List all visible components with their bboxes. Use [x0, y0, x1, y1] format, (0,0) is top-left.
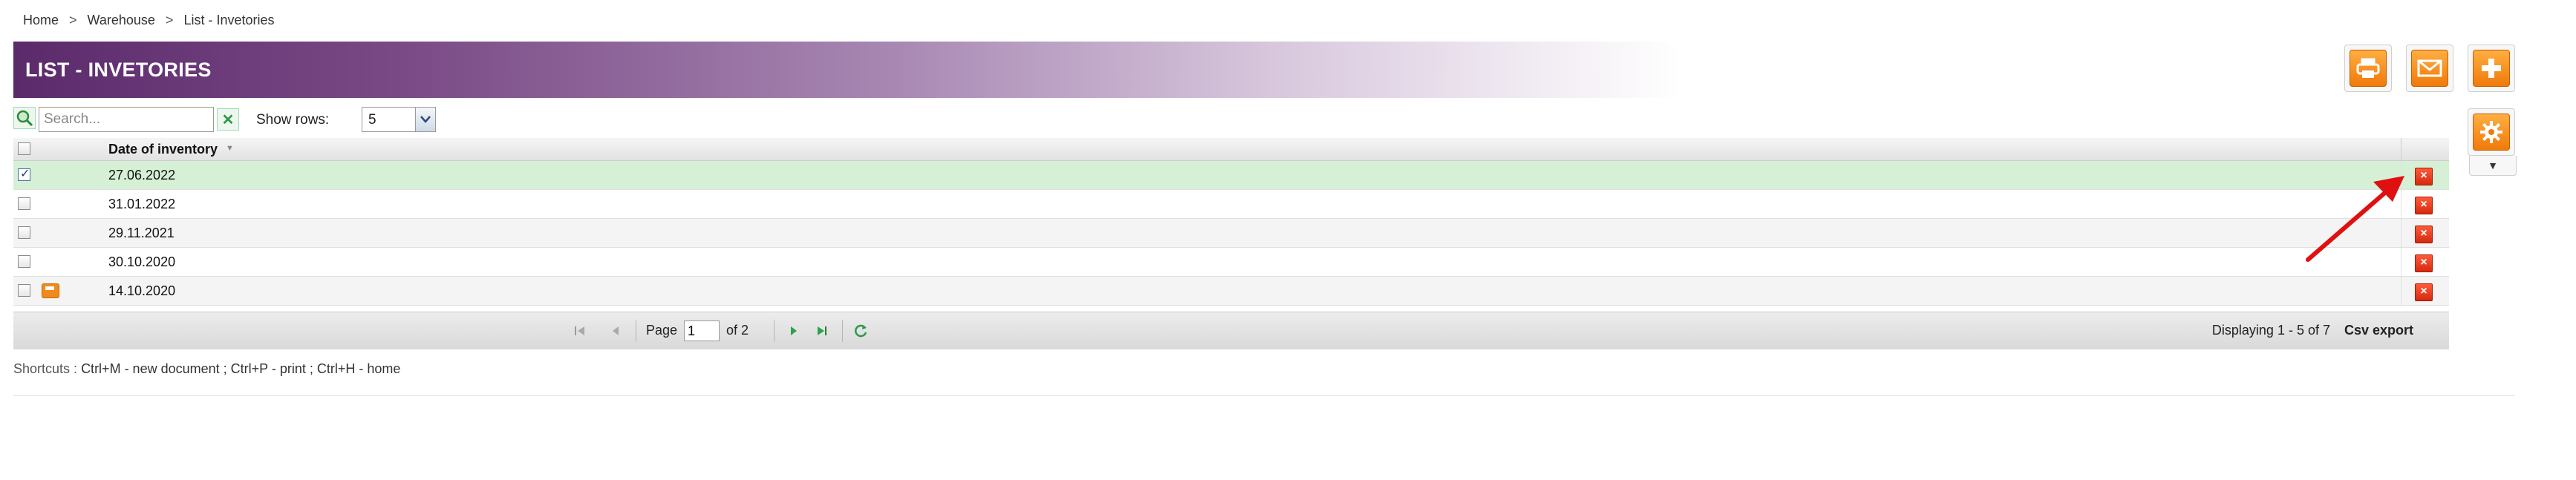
- settings-button[interactable]: [2468, 108, 2515, 156]
- csv-export-button[interactable]: Csv export: [2344, 323, 2413, 338]
- inventory-date: 30.10.2020: [108, 254, 176, 269]
- print-button[interactable]: [2344, 45, 2392, 92]
- page-title: LIST - INVETORIES: [25, 59, 212, 81]
- clear-search-icon[interactable]: ✕: [217, 108, 239, 131]
- shortcuts-footer: Shortcuts : Ctrl+M - new document ; Ctrl…: [13, 361, 400, 377]
- table-row[interactable]: 14.10.2020 ×: [13, 277, 2449, 306]
- previous-page-icon[interactable]: [607, 323, 624, 339]
- delete-icon[interactable]: ×: [2415, 197, 2433, 214]
- show-rows-value: 5: [368, 112, 376, 128]
- search-icon[interactable]: [13, 107, 36, 129]
- row-checkbox[interactable]: [18, 226, 30, 239]
- printed-status-icon: [42, 283, 59, 298]
- shortcuts-text: Ctrl+M - new document ; Ctrl+P - print ;…: [81, 361, 401, 376]
- inventory-date: 29.11.2021: [108, 226, 175, 240]
- select-all-checkbox[interactable]: [18, 142, 30, 155]
- delete-icon[interactable]: ×: [2415, 168, 2433, 185]
- show-rows-label: Show rows:: [256, 112, 330, 128]
- refresh-icon[interactable]: [852, 323, 869, 339]
- header-action-cell: [2401, 138, 2449, 160]
- table-row[interactable]: 29.11.2021 ×: [13, 219, 2449, 248]
- gear-icon: [2473, 114, 2510, 151]
- delete-icon[interactable]: ×: [2415, 283, 2433, 301]
- show-rows-select[interactable]: 5: [362, 107, 436, 132]
- breadcrumb-separator: >: [69, 13, 77, 27]
- next-page-icon[interactable]: [786, 323, 802, 339]
- search-input[interactable]: [39, 107, 214, 132]
- breadcrumb-separator: >: [165, 13, 174, 27]
- inventory-date: 31.01.2022: [108, 197, 176, 211]
- breadcrumb-warehouse[interactable]: Warehouse: [88, 13, 155, 28]
- delete-icon[interactable]: ×: [2415, 226, 2433, 243]
- last-page-icon[interactable]: [814, 323, 830, 339]
- chevron-down-icon[interactable]: [415, 108, 435, 131]
- chevron-down-icon: ▼: [2488, 160, 2498, 171]
- settings-dropdown-toggle[interactable]: ▼: [2469, 156, 2517, 176]
- table-row[interactable]: 30.10.2020 ×: [13, 248, 2449, 277]
- delete-icon[interactable]: ×: [2415, 254, 2433, 272]
- breadcrumb: Home > Warehouse > List - Invetories: [23, 13, 274, 28]
- first-page-icon[interactable]: [572, 323, 588, 339]
- page-header-bar: LIST - INVETORIES: [13, 42, 1974, 98]
- row-checkbox[interactable]: [18, 166, 30, 181]
- page-number-input[interactable]: [684, 320, 720, 341]
- printer-icon: [2350, 50, 2387, 87]
- shortcuts-label: Shortcuts :: [13, 361, 78, 376]
- table-row[interactable]: 31.01.2022 ×: [13, 190, 2449, 219]
- table-header: Date of inventory ▼: [13, 138, 2449, 161]
- footer-divider: [13, 395, 2514, 396]
- breadcrumb-home[interactable]: Home: [23, 13, 59, 28]
- displaying-count: Displaying 1 - 5 of 7: [2211, 323, 2330, 338]
- inventory-date: 14.10.2020: [108, 283, 176, 298]
- row-checkbox[interactable]: [18, 197, 30, 210]
- page-label: Page: [646, 323, 678, 338]
- envelope-icon: [2411, 50, 2448, 87]
- column-header-date[interactable]: Date of inventory: [108, 142, 218, 157]
- breadcrumb-current: List - Invetories: [183, 13, 275, 27]
- inventory-date: 27.06.2022: [108, 168, 176, 183]
- row-checkbox[interactable]: [18, 284, 30, 297]
- add-button[interactable]: [2468, 45, 2515, 92]
- plus-icon: [2473, 50, 2510, 87]
- table-row[interactable]: 27.06.2022 ×: [13, 161, 2449, 190]
- pagination-bar: Page of 2 Displaying 1 - 5 of 7 Csv expo…: [13, 312, 2449, 349]
- inventory-table: Date of inventory ▼ 27.06.2022 × 31.01.2…: [13, 138, 2449, 306]
- page-count-label: of 2: [726, 323, 749, 338]
- sort-arrow-icon: ▼: [226, 144, 234, 153]
- row-checkbox[interactable]: [18, 255, 30, 268]
- email-button[interactable]: [2406, 45, 2453, 92]
